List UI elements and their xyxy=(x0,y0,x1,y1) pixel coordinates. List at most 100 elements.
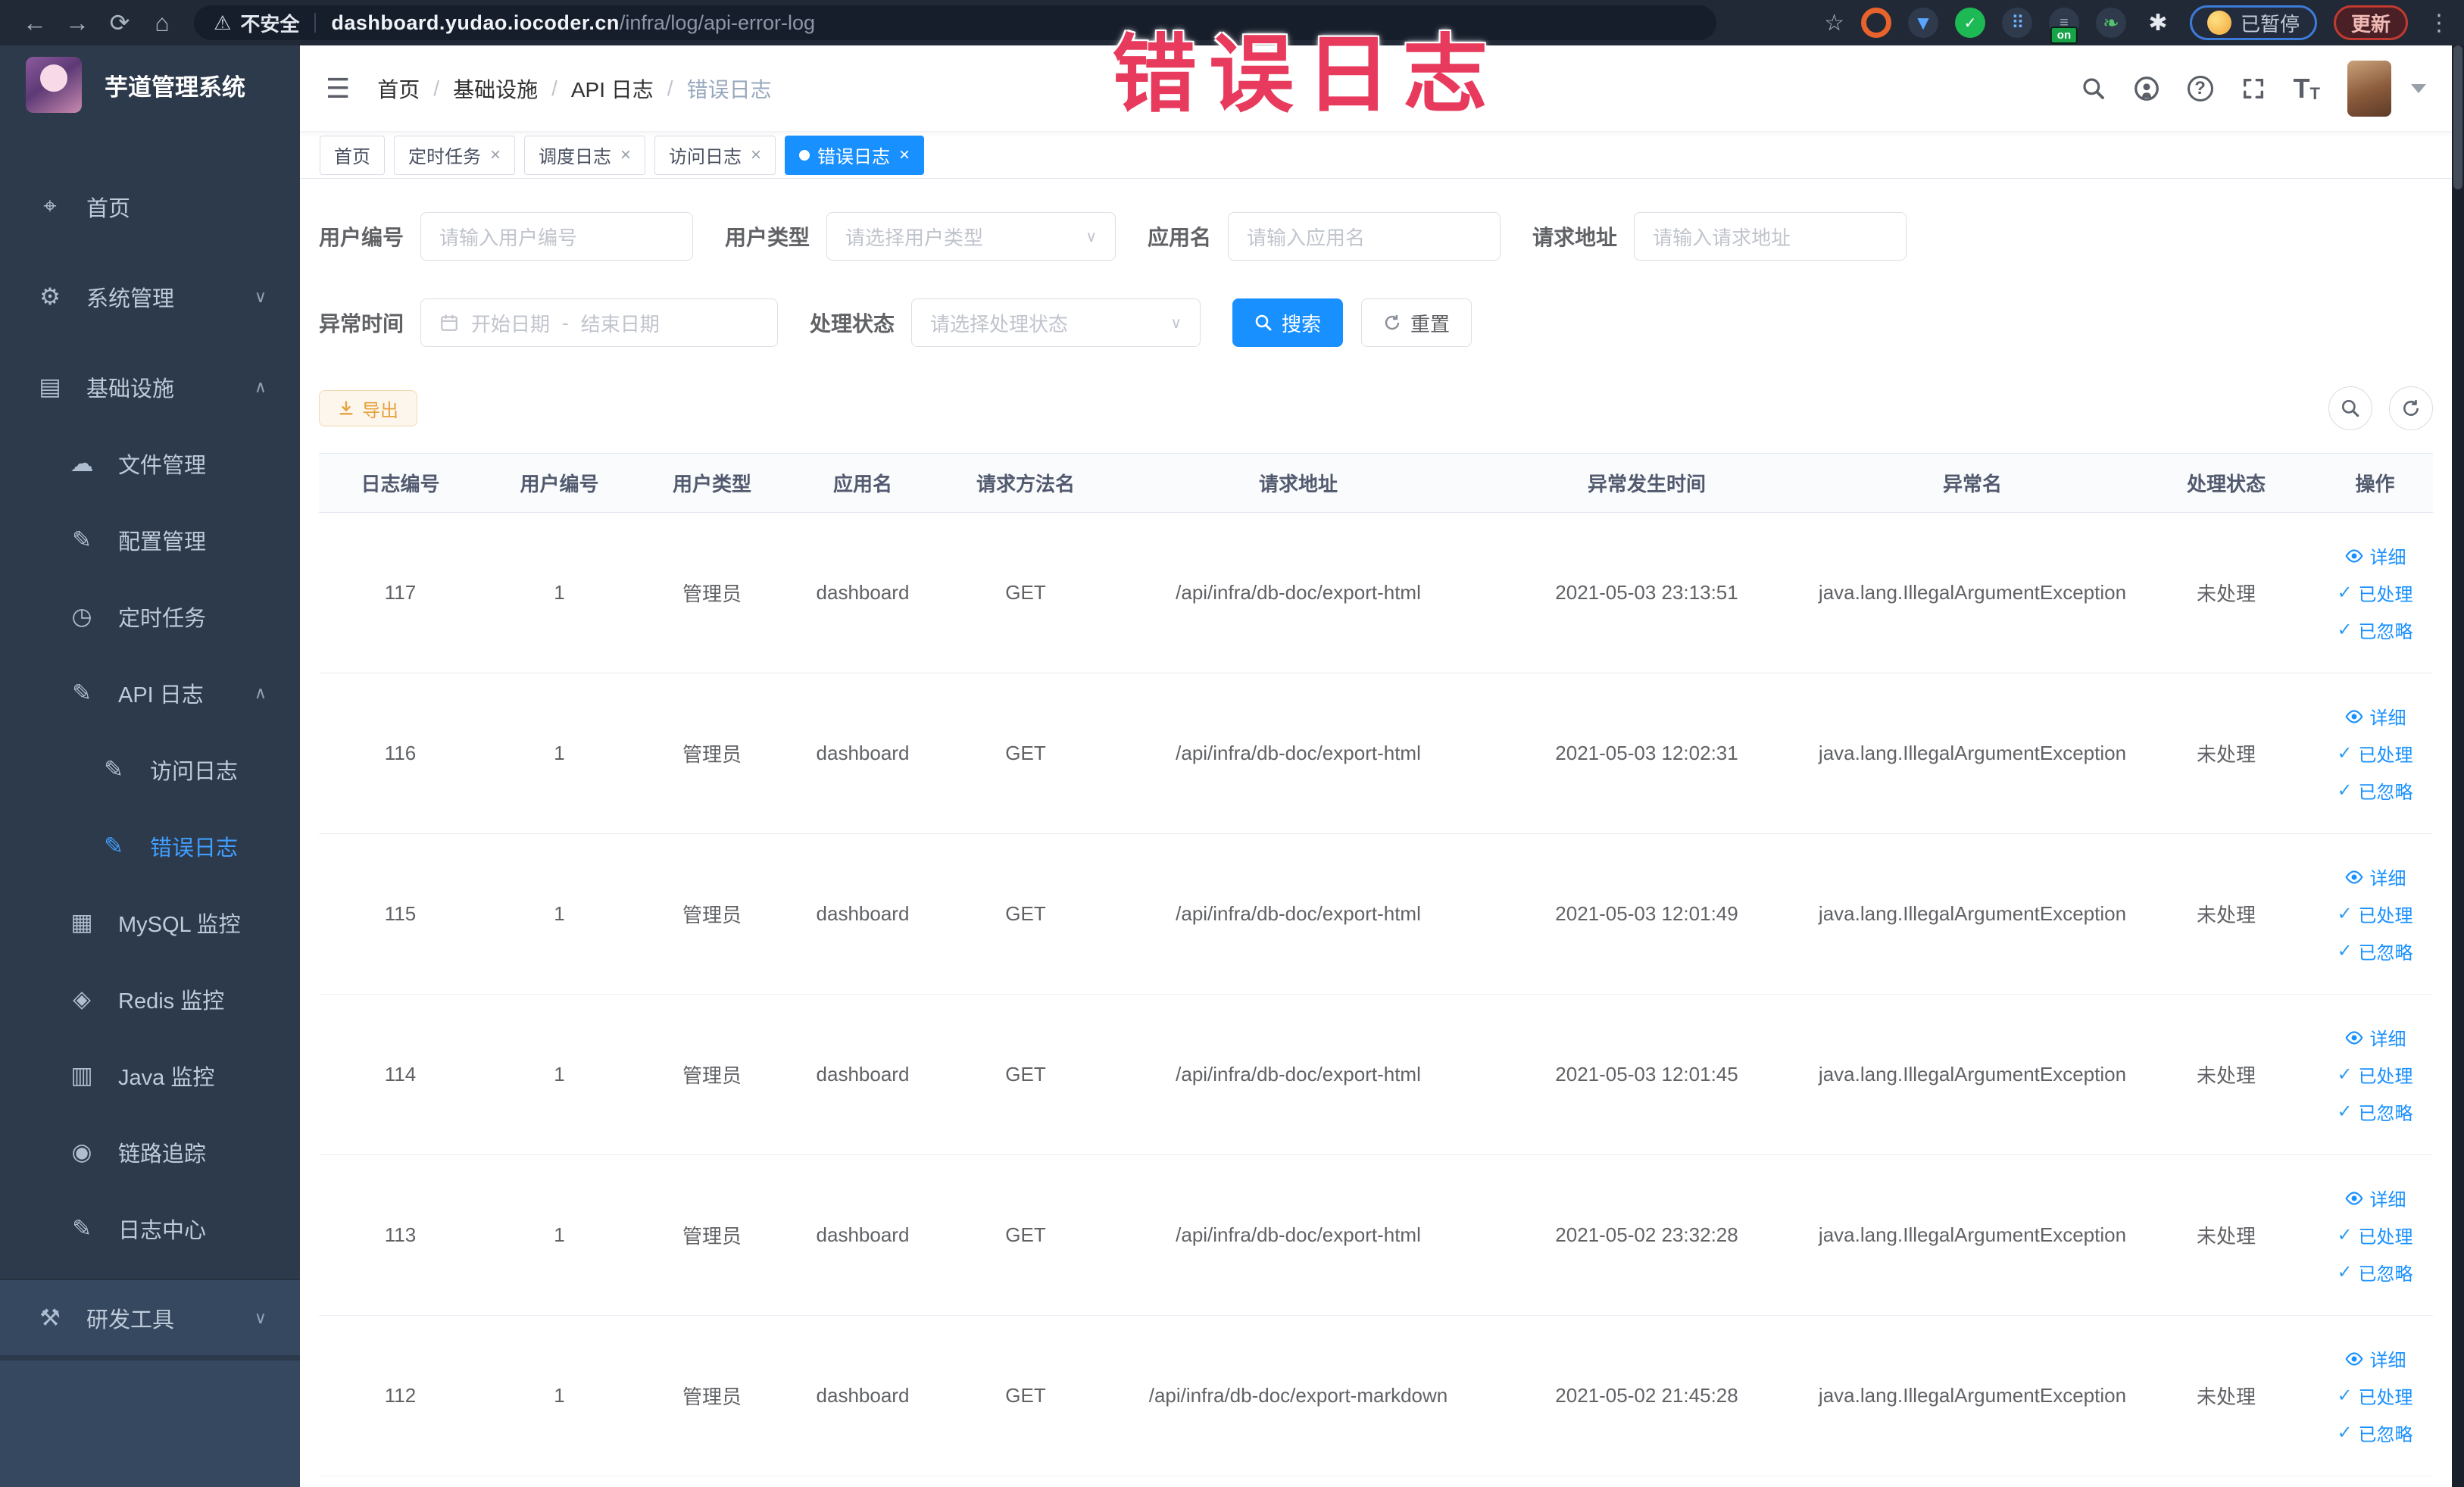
cell-exception-time: 2021-05-02 21:45:28 xyxy=(1555,1384,1738,1407)
sidebar-item[interactable]: ✎ 日志中心 xyxy=(0,1190,300,1267)
mark-processed-link[interactable]: ✓ 已处理 xyxy=(2337,901,2412,927)
tag-tab[interactable]: 错误日志 × xyxy=(785,135,925,175)
extension-switch-icon[interactable]: ≡ on xyxy=(2048,8,2079,44)
browser-back-icon[interactable]: ← xyxy=(14,6,56,39)
sidebar-item[interactable]: ✎ 错误日志 xyxy=(0,808,300,884)
security-chip[interactable]: ⚠ 不安全 xyxy=(214,9,299,37)
mark-ignored-link[interactable]: ✓ 已忽略 xyxy=(2337,1259,2412,1286)
detail-link[interactable]: 详细 xyxy=(2344,1345,2406,1372)
request-url-input[interactable]: 请输入请求地址 xyxy=(1634,212,1907,261)
exception-time-range-picker[interactable]: 开始日期 - 结束日期 xyxy=(420,298,779,347)
sidebar-bottom-fill xyxy=(0,1360,300,1487)
sidebar-item[interactable]: ▦ MySQL 监控 xyxy=(0,884,300,961)
tag-tab[interactable]: 调度日志 × xyxy=(524,135,646,175)
app-name-input[interactable]: 请输入应用名 xyxy=(1228,212,1501,261)
breadcrumb-infra[interactable]: 基础设施 xyxy=(453,73,538,104)
extension-leaf-icon[interactable]: ❧ xyxy=(2095,8,2126,38)
browser-reload-icon[interactable]: ⟳ xyxy=(98,6,141,39)
tag-tab[interactable]: 首页 × xyxy=(320,135,385,175)
search-icon xyxy=(1255,314,1272,331)
mark-processed-link[interactable]: ✓ 已处理 xyxy=(2337,579,2412,606)
toggle-search-button[interactable] xyxy=(2328,386,2372,430)
user-type-select[interactable]: 请选择用户类型 ∨ xyxy=(826,212,1116,261)
help-icon[interactable]: ? xyxy=(2187,75,2213,102)
sidebar-item-icon: ⚙ xyxy=(39,283,61,310)
col-actions: 操作 xyxy=(2355,473,2395,495)
sidebar-item[interactable]: ⚒ 研发工具 ∨ xyxy=(0,1279,300,1355)
sidebar-item[interactable]: ◷ 定时任务 xyxy=(0,578,300,654)
sidebar-item-icon: ◷ xyxy=(71,602,92,629)
sidebar-item[interactable]: ▤ 基础设施 ∧ xyxy=(0,348,300,425)
search-button[interactable]: 搜索 xyxy=(1232,298,1344,347)
profile-paused-pill[interactable]: 已暂停 xyxy=(2189,5,2317,40)
cell-actions: 详细 ✓ 已处理 ✓ 已忽略 xyxy=(2317,1185,2433,1286)
fullscreen-icon[interactable] xyxy=(2241,76,2266,102)
tab-close-icon[interactable]: × xyxy=(490,145,501,166)
avatar-caret-icon[interactable] xyxy=(2411,83,2426,93)
reset-button[interactable]: 重置 xyxy=(1361,298,1472,347)
breadcrumb-home[interactable]: 首页 xyxy=(377,73,420,104)
sidebar-item[interactable]: ◉ 链路追踪 xyxy=(0,1114,300,1190)
user-id-input[interactable]: 请输入用户编号 xyxy=(420,212,694,261)
sidebar-item[interactable]: ✎ 配置管理 xyxy=(0,501,300,578)
github-icon[interactable] xyxy=(2133,75,2160,102)
sidebar-item[interactable]: ✎ API 日志 ∧ xyxy=(0,654,300,731)
sidebar-item[interactable]: ⌖ 首页 xyxy=(0,168,300,245)
refresh-table-button[interactable] xyxy=(2389,386,2433,430)
bookmark-star-icon[interactable]: ☆ xyxy=(1824,10,1844,36)
mark-ignored-link[interactable]: ✓ 已忽略 xyxy=(2337,617,2412,643)
tab-close-icon[interactable]: × xyxy=(899,145,910,166)
sidebar-item[interactable]: ◈ Redis 监控 xyxy=(0,961,300,1037)
extensions-puzzle-icon[interactable]: ✱ xyxy=(2143,8,2173,38)
sidebar-item[interactable]: ▥ Java 监控 xyxy=(0,1037,300,1114)
tag-tab[interactable]: 访问日志 × xyxy=(654,135,776,175)
app-logo xyxy=(26,57,82,113)
font-size-icon[interactable]: TT xyxy=(2294,74,2320,102)
header-search-icon[interactable] xyxy=(2081,77,2106,101)
mark-ignored-link[interactable]: ✓ 已忽略 xyxy=(2337,777,2412,804)
export-button[interactable]: 导出 xyxy=(319,390,417,426)
extension-orange-icon[interactable] xyxy=(1860,8,1891,38)
mark-ignored-link[interactable]: ✓ 已忽略 xyxy=(2337,938,2412,964)
tab-close-icon[interactable]: × xyxy=(620,145,631,166)
browser-forward-icon[interactable]: → xyxy=(56,6,98,39)
detail-link[interactable]: 详细 xyxy=(2344,1185,2406,1211)
mark-ignored-link[interactable]: ✓ 已忽略 xyxy=(2337,1420,2412,1446)
detail-link[interactable]: 详细 xyxy=(2344,1024,2406,1051)
mark-processed-link[interactable]: ✓ 已处理 xyxy=(2337,1061,2412,1088)
tag-tab[interactable]: 定时任务 × xyxy=(394,135,516,175)
mark-processed-link[interactable]: ✓ 已处理 xyxy=(2337,1382,2412,1409)
process-status-select[interactable]: 请选择处理状态 ∨ xyxy=(911,298,1201,347)
sidebar-item[interactable]: ✎ 访问日志 xyxy=(0,731,300,808)
sidebar-item-label: 配置管理 xyxy=(118,530,207,555)
annotation-error-log: 错误日志 xyxy=(1112,27,1500,122)
browser-menu-icon[interactable]: ⋮ xyxy=(2428,10,2450,36)
tab-close-icon[interactable]: × xyxy=(751,145,761,166)
scrollbar-thumb[interactable] xyxy=(2453,45,2462,189)
detail-link[interactable]: 详细 xyxy=(2344,703,2406,729)
extension-green-icon[interactable]: ✓ xyxy=(1954,8,1985,38)
sidebar-item-label: 定时任务 xyxy=(118,606,207,631)
table-row: 113 1 管理员 dashboard GET /api/infra/db-do… xyxy=(319,1155,2433,1316)
mark-processed-link[interactable]: ✓ 已处理 xyxy=(2337,1222,2412,1248)
app-logo-row[interactable]: 芋道管理系统 xyxy=(0,45,300,124)
extension-blue-icon[interactable]: ▼ xyxy=(1907,8,1938,38)
detail-link[interactable]: 详细 xyxy=(2344,542,2406,569)
detail-link[interactable]: 详细 xyxy=(2344,864,2406,890)
breadcrumb-api-log[interactable]: API 日志 xyxy=(571,73,654,104)
extension-grid-icon[interactable]: ⠿ xyxy=(2001,8,2032,38)
eye-icon xyxy=(2344,709,2363,723)
collapse-sidebar-icon[interactable]: ☰ xyxy=(326,73,350,105)
sidebar-item[interactable]: ☁ 文件管理 xyxy=(0,425,300,501)
tag-tab-label: 定时任务 xyxy=(408,147,481,167)
user-avatar[interactable] xyxy=(2347,60,2391,117)
sidebar-item[interactable]: ⚙ 系统管理 ∨ xyxy=(0,258,300,335)
mark-processed-link[interactable]: ✓ 已处理 xyxy=(2337,740,2412,767)
update-button[interactable]: 更新 xyxy=(2333,5,2408,40)
download-icon xyxy=(339,401,353,415)
browser-home-icon[interactable]: ⌂ xyxy=(141,6,183,39)
breadcrumb: 首页 / 基础设施 / API 日志 / 错误日志 xyxy=(377,73,771,104)
window-scrollbar[interactable] xyxy=(2452,45,2464,1487)
mark-ignored-link[interactable]: ✓ 已忽略 xyxy=(2337,1098,2412,1125)
cell-exception-name: java.lang.IllegalArgumentException xyxy=(1818,1384,2127,1407)
